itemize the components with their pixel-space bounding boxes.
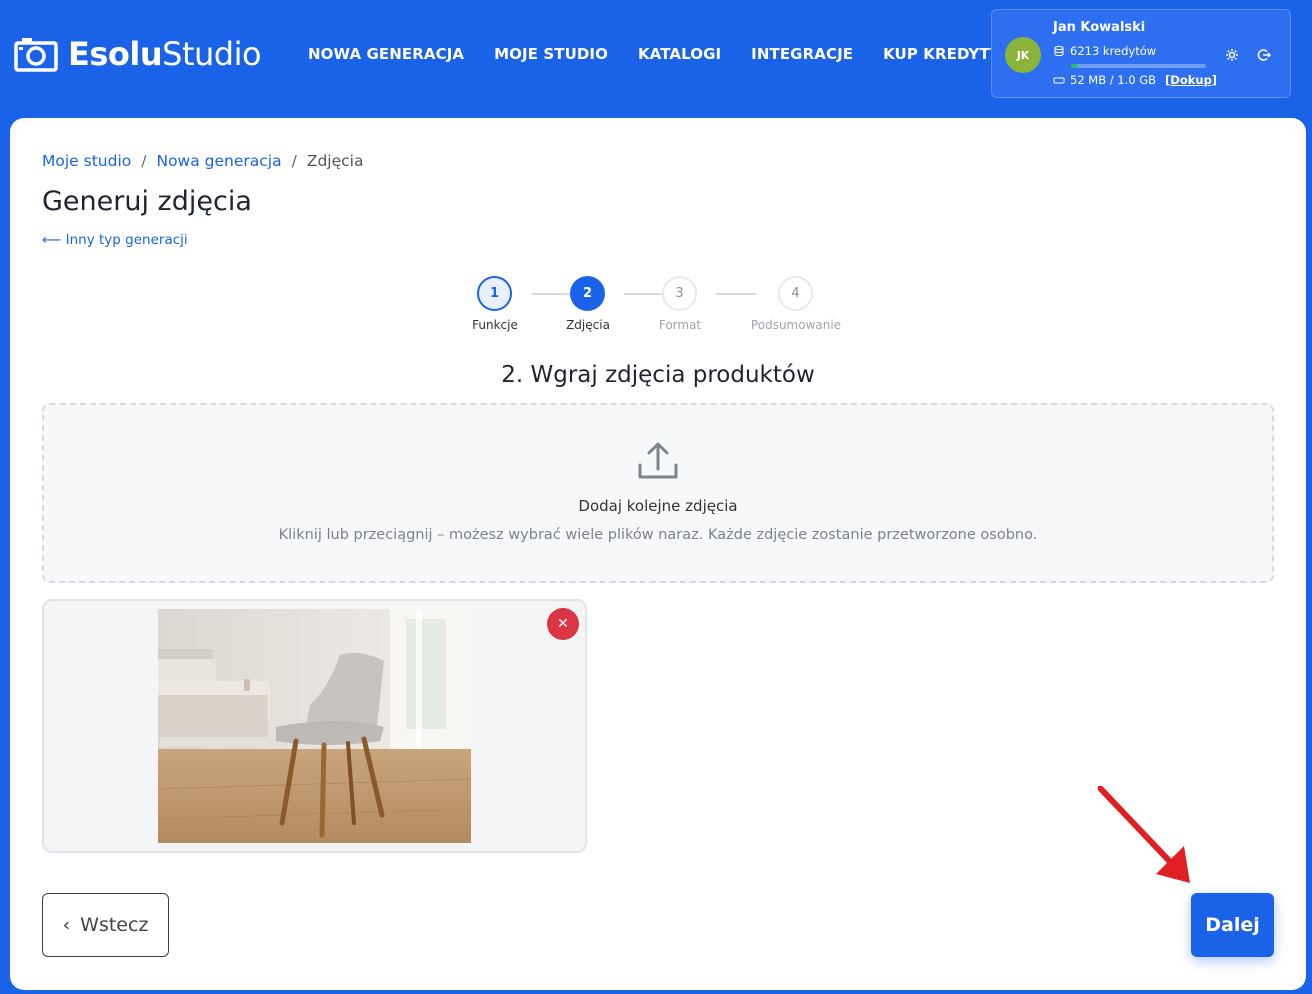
upload-dropzone[interactable]: Dodaj kolejne zdjęcia Kliknij lub przeci…: [42, 403, 1274, 583]
next-button[interactable]: Dalej: [1191, 893, 1274, 957]
avatar[interactable]: JK: [1005, 37, 1041, 73]
upload-icon: [638, 442, 678, 479]
credits-text: 6213 kredytów: [1070, 44, 1157, 58]
other-generation-type-link[interactable]: ⟵ Inny typ generacji: [42, 232, 188, 248]
logout-icon[interactable]: [1255, 46, 1273, 64]
section-title: 2. Wgraj zdjęcia produktów: [501, 362, 815, 388]
breadcrumb-current: Zdjęcia: [306, 152, 364, 170]
step-3-label: Format: [658, 318, 702, 332]
topup-link[interactable]: [Dokup]: [1165, 73, 1217, 87]
credits-row: 6213 kredytów: [1053, 44, 1156, 58]
back-button-label: Wstecz: [80, 914, 149, 936]
storage-row: 52 MB / 1.0 GB [Dokup]: [1053, 73, 1217, 87]
uploaded-image-card: ✕: [42, 599, 587, 853]
remove-image-close-icon[interactable]: ✕: [547, 608, 579, 640]
nav-moje-studio[interactable]: MOJE STUDIO: [494, 42, 608, 66]
step-2-circle: 2: [570, 276, 605, 311]
breadcrumb-separator: /: [291, 152, 297, 170]
breadcrumb-separator: /: [141, 152, 147, 170]
step-4-circle: 4: [778, 276, 813, 311]
dropzone-title: Dodaj kolejne zdjęcia: [578, 497, 738, 515]
user-name: Jan Kowalski: [1053, 20, 1146, 35]
step-connector: [624, 293, 664, 295]
back-button[interactable]: ‹ Wstecz: [42, 893, 169, 957]
step-4-label: Podsumowanie: [750, 318, 842, 332]
storage-progress-fill: [1071, 64, 1078, 68]
dropzone-hint: Kliknij lub przeciągnij – możesz wybrać …: [278, 527, 1038, 543]
step-connector: [532, 293, 572, 295]
step-connector: [716, 293, 756, 295]
nav-nowa-generacja[interactable]: NOWA GENERACJA: [308, 42, 464, 66]
storage-text: 52 MB / 1.0 GB: [1070, 73, 1157, 87]
coins-icon: [1054, 45, 1064, 57]
step-1-label: Funkcje: [472, 318, 518, 332]
main-card: Moje studio / Nowa generacja / Zdjęcia G…: [10, 118, 1306, 990]
nav-kup-kredyty[interactable]: KUP KREDYTY: [883, 42, 1001, 66]
stepper: 1 2 3 4 Funkcje Zdjęcia Format Podsumowa…: [10, 276, 1306, 336]
step-1-circle[interactable]: 1: [477, 276, 512, 311]
drive-icon: [1053, 77, 1065, 84]
main-nav: NOWA GENERACJA MOJE STUDIO KATALOGI INTE…: [308, 42, 1031, 66]
storage-progress-bar: [1071, 64, 1206, 68]
logo[interactable]: EsoluStudio: [14, 34, 262, 74]
page-title: Generuj zdjęcia: [42, 186, 252, 217]
breadcrumb-moje-studio[interactable]: Moje studio: [42, 152, 131, 170]
camera-icon: [14, 38, 58, 72]
settings-gear-icon[interactable]: [1223, 46, 1241, 64]
logo-text: EsoluStudio: [68, 35, 262, 73]
uploaded-product-photo: [158, 609, 471, 843]
breadcrumb: Moje studio / Nowa generacja / Zdjęcia: [42, 152, 363, 170]
step-2-label: Zdjęcia: [566, 318, 610, 332]
chevron-left-icon: ‹: [62, 914, 71, 936]
nav-integracje[interactable]: INTEGRACJE: [751, 42, 853, 66]
top-header: EsoluStudio NOWA GENERACJA MOJE STUDIO K…: [0, 0, 1312, 110]
red-arrow-annotation-icon: [1098, 786, 1190, 883]
nav-katalogi[interactable]: KATALOGI: [638, 42, 721, 66]
breadcrumb-nowa-generacja[interactable]: Nowa generacja: [156, 152, 281, 170]
step-3-circle: 3: [662, 276, 697, 311]
user-panel: JK Jan Kowalski 6213 kredytów 52 MB / 1.…: [991, 9, 1291, 98]
